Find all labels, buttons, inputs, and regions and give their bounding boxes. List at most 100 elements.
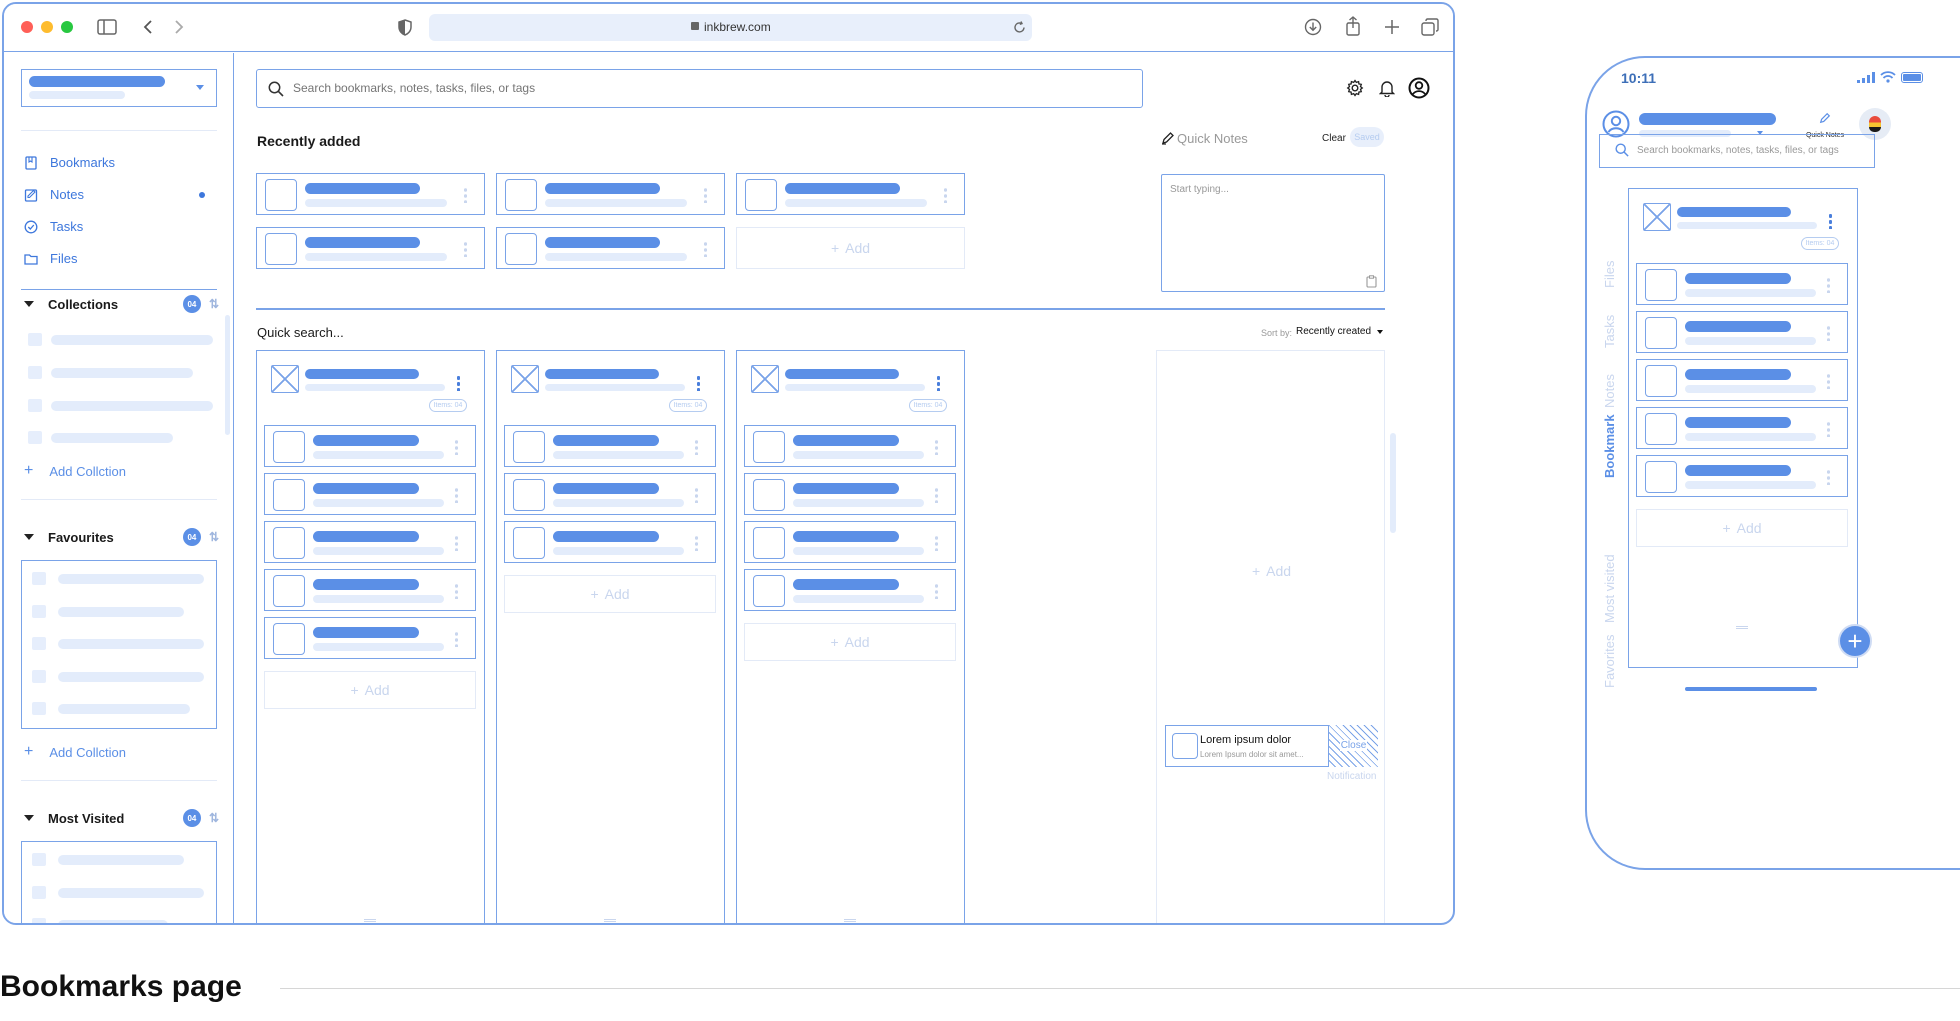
search-input[interactable] bbox=[293, 78, 1113, 98]
share-icon[interactable] bbox=[1345, 16, 1361, 36]
add-item-placeholder[interactable]: + Add bbox=[264, 671, 476, 709]
more-options-icon[interactable] bbox=[935, 439, 938, 455]
mobile-tab-files[interactable]: Files bbox=[1602, 261, 1617, 288]
more-options-icon[interactable] bbox=[455, 487, 458, 503]
more-options-icon[interactable] bbox=[937, 375, 940, 391]
bookmark-card[interactable] bbox=[1636, 359, 1848, 401]
tab-overview-icon[interactable] bbox=[1421, 18, 1439, 36]
bookmark-card[interactable] bbox=[1636, 455, 1848, 497]
more-options-icon[interactable] bbox=[457, 375, 460, 391]
collapse-triangle-icon[interactable] bbox=[24, 301, 34, 307]
shield-icon[interactable] bbox=[398, 19, 412, 36]
more-options-icon[interactable] bbox=[944, 187, 947, 203]
add-item-placeholder[interactable]: + Add bbox=[744, 623, 956, 661]
bookmark-card[interactable] bbox=[744, 425, 956, 467]
bookmark-card[interactable] bbox=[256, 227, 485, 269]
mobile-tab-notes[interactable]: Notes bbox=[1602, 374, 1617, 408]
mobile-tab-most-visited[interactable]: Most visited bbox=[1602, 554, 1617, 623]
sort-icon[interactable]: ⇅ bbox=[209, 811, 219, 825]
minimize-window-dot[interactable] bbox=[41, 21, 53, 33]
user-avatar-icon[interactable] bbox=[1408, 77, 1430, 99]
bookmark-card[interactable] bbox=[496, 173, 725, 215]
sidebar-item-notes[interactable]: Notes bbox=[24, 187, 84, 202]
more-options-icon[interactable] bbox=[455, 535, 458, 551]
clear-notes-button[interactable]: Clear bbox=[1322, 133, 1346, 144]
forward-icon[interactable] bbox=[174, 19, 184, 35]
search-bar[interactable] bbox=[256, 69, 1143, 108]
main-scrollbar[interactable] bbox=[1390, 433, 1396, 533]
bookmark-card[interactable] bbox=[1636, 311, 1848, 353]
clipboard-icon[interactable] bbox=[1366, 275, 1377, 288]
drag-handle-icon[interactable] bbox=[364, 919, 376, 922]
sidebar-item-files[interactable]: Files bbox=[24, 251, 77, 266]
workspace-selector[interactable] bbox=[21, 69, 217, 107]
reload-icon[interactable] bbox=[1013, 21, 1026, 34]
more-options-icon[interactable] bbox=[935, 535, 938, 551]
more-options-icon[interactable] bbox=[935, 487, 938, 503]
bookmark-card[interactable] bbox=[504, 521, 716, 563]
bookmark-card[interactable] bbox=[744, 473, 956, 515]
bookmark-card[interactable] bbox=[744, 521, 956, 563]
drag-handle-icon[interactable] bbox=[604, 919, 616, 922]
more-options-icon[interactable] bbox=[704, 187, 707, 203]
bookmark-card[interactable] bbox=[264, 569, 476, 611]
add-item-placeholder[interactable]: + Add bbox=[504, 575, 716, 613]
collapse-triangle-icon[interactable] bbox=[24, 534, 34, 540]
mobile-tab-bookmark[interactable]: Bookmark bbox=[1602, 414, 1617, 478]
more-options-icon[interactable] bbox=[1829, 213, 1832, 229]
bookmark-card[interactable] bbox=[264, 521, 476, 563]
notification-close-button[interactable]: Close bbox=[1328, 724, 1378, 767]
most-visited-header[interactable]: Most Visited 04 ⇅ bbox=[24, 809, 219, 827]
more-options-icon[interactable] bbox=[1827, 277, 1830, 293]
more-options-icon[interactable] bbox=[455, 583, 458, 599]
bookmark-card[interactable] bbox=[264, 425, 476, 467]
new-tab-icon[interactable] bbox=[1384, 19, 1400, 35]
drag-handle-icon[interactable] bbox=[1736, 626, 1748, 629]
sidebar-item-tasks[interactable]: Tasks bbox=[24, 219, 83, 234]
address-bar[interactable]: inkbrew.com bbox=[429, 14, 1032, 41]
mobile-search[interactable]: Search bookmarks, notes, tasks, files, o… bbox=[1599, 134, 1875, 168]
back-icon[interactable] bbox=[143, 19, 153, 35]
bookmark-card[interactable] bbox=[496, 227, 725, 269]
more-options-icon[interactable] bbox=[697, 375, 700, 391]
bookmark-card[interactable] bbox=[504, 425, 716, 467]
more-options-icon[interactable] bbox=[1827, 373, 1830, 389]
bookmark-card[interactable] bbox=[256, 173, 485, 215]
download-icon[interactable] bbox=[1304, 18, 1322, 36]
bookmark-card[interactable] bbox=[736, 173, 965, 215]
more-options-icon[interactable] bbox=[455, 631, 458, 647]
bookmark-card[interactable] bbox=[744, 569, 956, 611]
quick-notes-textarea[interactable]: Start typing... bbox=[1161, 174, 1385, 292]
add-favourite-button[interactable]: + Add Collction bbox=[24, 744, 126, 761]
more-options-icon[interactable] bbox=[935, 583, 938, 599]
more-options-icon[interactable] bbox=[695, 535, 698, 551]
add-column-placeholder[interactable]: + Add bbox=[1157, 531, 1386, 611]
favourites-header[interactable]: Favourites 04 ⇅ bbox=[24, 528, 219, 546]
sort-icon[interactable]: ⇅ bbox=[209, 297, 219, 311]
maximize-window-dot[interactable] bbox=[61, 21, 73, 33]
close-window-dot[interactable] bbox=[21, 21, 33, 33]
more-options-icon[interactable] bbox=[464, 241, 467, 257]
gear-icon[interactable] bbox=[1346, 79, 1364, 97]
more-options-icon[interactable] bbox=[455, 439, 458, 455]
bookmark-card[interactable] bbox=[504, 473, 716, 515]
sidebar-toggle-icon[interactable] bbox=[97, 19, 117, 35]
mobile-tab-favorites[interactable]: Favorites bbox=[1602, 635, 1617, 688]
sort-icon[interactable]: ⇅ bbox=[209, 530, 219, 544]
collections-header[interactable]: Collections 04 ⇅ bbox=[24, 295, 219, 313]
bookmark-card[interactable] bbox=[1636, 263, 1848, 305]
bookmark-card[interactable] bbox=[264, 617, 476, 659]
more-options-icon[interactable] bbox=[695, 487, 698, 503]
mobile-fab-add-button[interactable]: + bbox=[1838, 624, 1872, 658]
sort-by-dropdown[interactable]: Recently created bbox=[1296, 326, 1384, 337]
mobile-tab-tasks[interactable]: Tasks bbox=[1602, 315, 1617, 348]
bookmark-card[interactable] bbox=[1636, 407, 1848, 449]
more-options-icon[interactable] bbox=[1827, 469, 1830, 485]
more-options-icon[interactable] bbox=[704, 241, 707, 257]
more-options-icon[interactable] bbox=[464, 187, 467, 203]
add-item-placeholder[interactable]: + Add bbox=[1636, 509, 1848, 547]
collapse-triangle-icon[interactable] bbox=[24, 815, 34, 821]
more-options-icon[interactable] bbox=[1827, 421, 1830, 437]
more-options-icon[interactable] bbox=[1827, 325, 1830, 341]
sidebar-scrollbar[interactable] bbox=[225, 315, 230, 435]
